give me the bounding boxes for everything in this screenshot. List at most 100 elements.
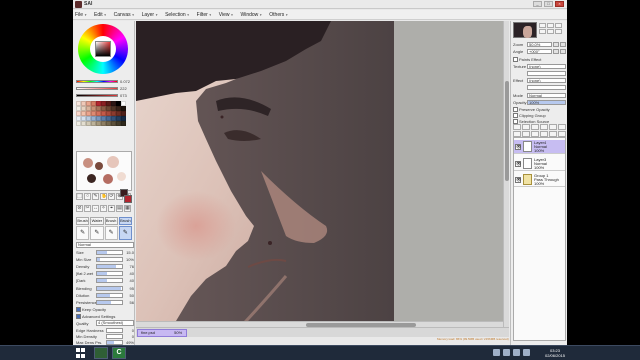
nav-zoom-out-button[interactable] [547,23,554,28]
layer-item-layer4[interactable]: 👁 Layer4 Normal 100% [514,140,565,154]
new-layer-button[interactable] [513,124,521,130]
zoom-plus-button[interactable] [560,41,566,47]
effect-select[interactable]: (none) [527,77,566,83]
water-tab[interactable]: Water [90,217,104,225]
menu-edit[interactable]: Edit▼ [94,12,107,18]
max-dens-slider[interactable] [106,339,123,345]
brush-tab-active[interactable]: Brush [118,217,132,225]
visibility-eye-icon[interactable]: 👁 [515,160,521,167]
zoom-field[interactable]: 50.0% [527,41,552,47]
flip-tool[interactable]: ↔ [92,204,99,212]
new-folder-button[interactable] [531,124,539,130]
tray-power-icon[interactable] [523,349,530,356]
new-linework-button[interactable] [522,124,530,130]
minimize-button[interactable]: _ [533,1,542,7]
vertical-scrollbar[interactable] [503,21,509,327]
scratch-pad[interactable] [76,151,132,191]
select-lasso-tool[interactable]: ○ [84,193,91,200]
size-slider[interactable] [96,249,123,255]
brush-tab[interactable]: Brush [76,217,90,225]
delete-layer-button[interactable] [558,124,566,130]
maximize-button[interactable]: □ [544,1,553,7]
visibility-eye-icon[interactable]: 👁 [515,176,521,183]
background-color[interactable] [124,195,132,203]
menu-view[interactable]: View▼ [219,12,234,18]
brush-icon-active[interactable]: ✎ [118,226,132,240]
document-tab[interactable]: fine.psd 50% [137,329,187,337]
texture-scale-slider[interactable] [527,70,566,76]
merge-layer-button[interactable] [549,124,557,130]
paints-effect-checkbox[interactable] [513,56,518,62]
copy-layer-button[interactable] [540,124,548,130]
tray-volume-icon[interactable] [513,349,520,356]
hand-tool[interactable]: ✋ [100,193,107,200]
taskbar-clock[interactable]: 03:23 02/06/2015 [545,348,565,358]
vertical-scroll-thumb[interactable] [505,81,509,181]
deselect-tool[interactable]: ▤ [116,204,123,212]
brush-icon[interactable]: ✎ [90,226,104,240]
menu-canvas[interactable]: Canvas▼ [114,12,135,18]
close-button[interactable]: × [555,1,564,7]
nav-reset-button[interactable] [555,29,562,34]
mode-select[interactable]: Normal [527,92,566,98]
nav-zoom-in-button[interactable] [539,23,546,28]
edge-slider[interactable] [106,327,123,333]
menu-selection[interactable]: Selection▼ [165,12,190,18]
angle-plus-button[interactable] [560,48,566,54]
effect-width-slider[interactable] [527,84,566,90]
angle-field[interactable]: +000° [527,48,552,54]
select-rect-tool[interactable]: ⬚ [76,193,83,200]
menu-file[interactable]: File▼ [75,12,87,18]
density-slider[interactable] [96,263,123,269]
keep-opacity-checkbox[interactable] [76,306,81,312]
saturation-slider[interactable] [76,86,118,90]
hue-slider[interactable] [76,79,118,83]
opacity-slider[interactable]: 100% [527,99,566,105]
advanced-checkbox[interactable] [76,313,81,319]
value-slider[interactable] [76,93,118,97]
taskbar-app-excel-icon[interactable] [94,347,108,359]
dilution-slider[interactable] [96,292,123,298]
eyedropper-tool[interactable]: ⌖ [108,204,115,212]
cut-tool[interactable]: ✂ [84,204,91,212]
navigator-preview[interactable] [513,22,537,38]
eraser-tool[interactable]: ⊘ [76,204,83,212]
layer-item-layer3[interactable]: 👁 Layer3 Normal 100% [514,157,565,171]
brush-icon[interactable]: ✎ [104,226,118,240]
nav-rotate-left-button[interactable] [539,29,546,34]
clipping-group-checkbox[interactable] [513,112,518,118]
nav-rotate-right-button[interactable] [547,29,554,34]
menu-layer[interactable]: Layer▼ [142,12,159,18]
select-pen-tool[interactable]: ✎ [92,193,99,200]
preserve-opacity-checkbox[interactable] [513,106,518,112]
painting-canvas[interactable] [136,21,509,337]
menu-window[interactable]: Window▼ [241,12,263,18]
selection-source-checkbox[interactable] [513,118,518,124]
menu-others[interactable]: Others▼ [269,12,288,18]
windows-start-icon[interactable] [76,348,86,358]
brush-icon[interactable]: ✎ [76,226,90,240]
min-size-slider[interactable] [96,256,123,262]
invert-selection-tool[interactable]: ▦ [124,204,131,212]
min-density-slider[interactable] [106,333,123,339]
menu-filter[interactable]: Filter▼ [197,12,212,18]
magic-wand-tool[interactable]: ✧ [100,204,107,212]
shape-slider[interactable] [96,270,123,276]
canvas-viewport[interactable] [136,21,509,337]
layer-item-group1[interactable]: 👁 Group 1 Pass Through 100% [514,173,565,187]
angle-minus-button[interactable] [553,48,559,54]
texture-select[interactable]: (none) [527,63,566,69]
nav-fit-button[interactable] [555,23,562,28]
visibility-eye-icon[interactable]: 👁 [515,143,521,150]
taskbar-app-camtasia-icon[interactable]: C [112,347,126,359]
zoom-minus-button[interactable] [553,41,559,47]
brush-mode-select[interactable]: Normal [76,242,134,248]
persistence-slider[interactable] [96,299,123,305]
blending-slider[interactable] [96,285,123,291]
tray-flag-icon[interactable] [493,349,500,356]
saturation-value-square[interactable] [95,41,111,57]
color-swatch[interactable] [121,121,126,126]
brush-tab[interactable]: Brush [104,217,118,225]
tray-network-icon[interactable] [503,349,510,356]
texture-slider[interactable] [96,277,123,283]
